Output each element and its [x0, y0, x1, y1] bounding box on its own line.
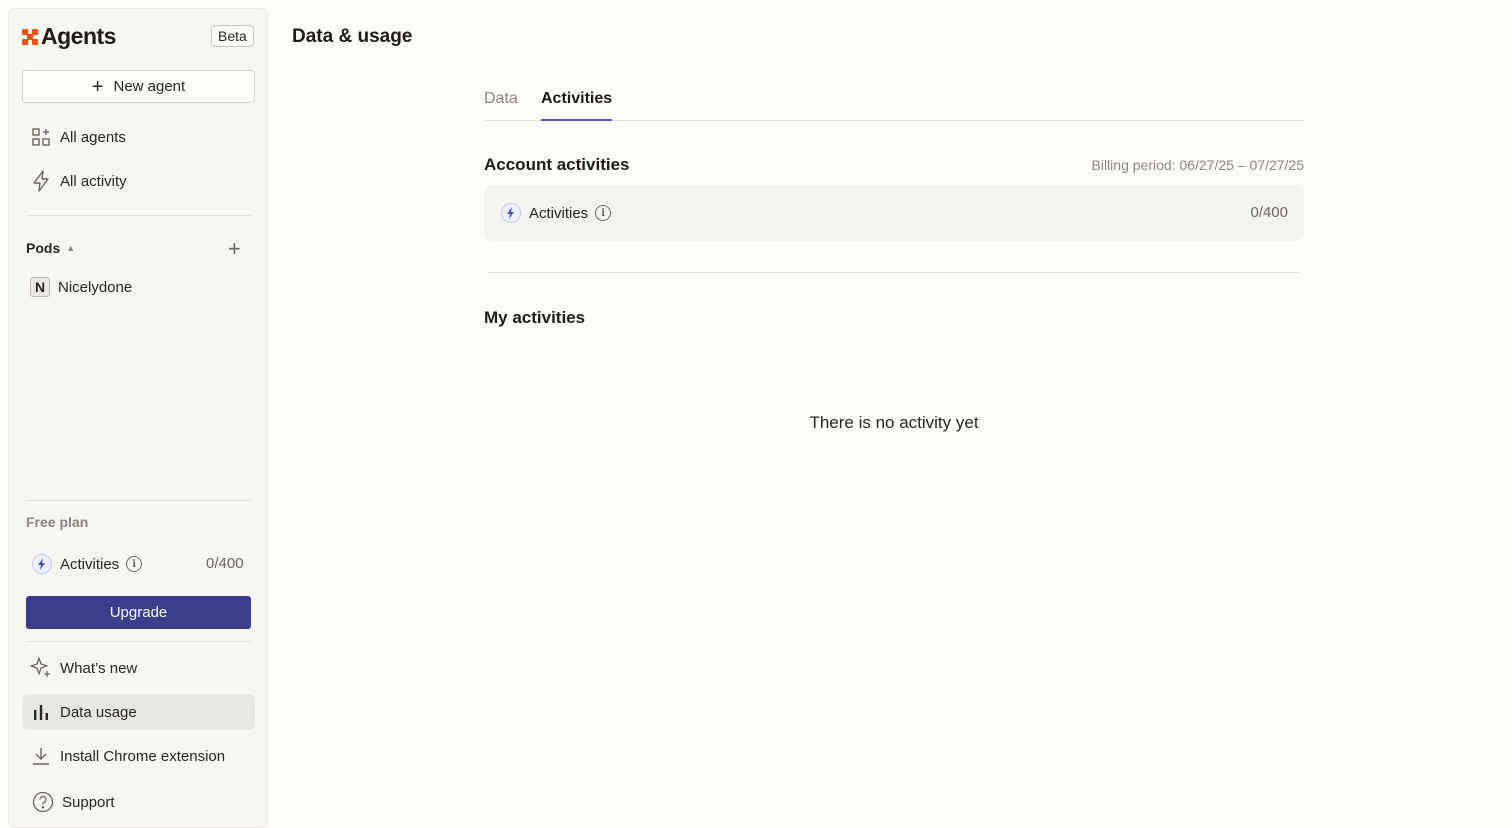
account-activities-label: Activities	[529, 204, 589, 222]
caret-up-icon: ▲	[66, 243, 76, 253]
nav-support[interactable]: Support	[22, 784, 255, 820]
tab-bar: Data Activities	[484, 90, 1304, 121]
zapier-logo-icon	[22, 28, 38, 45]
account-activities-title: Account activities	[484, 155, 630, 174]
account-activities-row: Activities i	[501, 203, 612, 223]
bar-chart-icon	[30, 701, 52, 723]
nav-install-chrome-extension-label: Install Chrome extension	[60, 747, 226, 765]
nav-all-agents[interactable]: All agents	[22, 119, 255, 155]
bolt-icon	[501, 203, 521, 223]
sidebar: Agents Beta + New agent All agents All a…	[8, 8, 268, 828]
nav-whats-new[interactable]: What’s new	[22, 650, 255, 686]
pods-toggle[interactable]: Pods ▲	[26, 240, 75, 256]
grid-icon	[30, 126, 52, 148]
nav-all-agents-label: All agents	[60, 128, 126, 146]
upgrade-button[interactable]: Upgrade	[26, 596, 251, 629]
new-agent-button[interactable]: + New agent	[22, 70, 255, 103]
divider	[488, 272, 1300, 273]
bolt-icon	[32, 554, 52, 574]
help-icon	[32, 791, 54, 813]
download-icon	[30, 745, 52, 767]
nav-whats-new-label: What’s new	[60, 659, 138, 677]
empty-state-message: There is no activity yet	[809, 413, 979, 432]
sparkle-icon	[30, 657, 52, 679]
tab-activities[interactable]: Activities	[541, 90, 613, 121]
nav-data-usage-label: Data usage	[60, 703, 137, 721]
brand-name: Agents	[41, 23, 116, 49]
divider	[26, 215, 251, 216]
nav-all-activity-label: All activity	[60, 172, 127, 190]
divider	[26, 500, 251, 501]
nav-support-label: Support	[62, 793, 115, 811]
pods-title: Pods	[26, 240, 61, 256]
plan-activities-label: Activities	[60, 555, 120, 573]
billing-period: Billing period: 06/27/25 – 07/27/25	[1091, 157, 1305, 173]
info-icon[interactable]: i	[595, 205, 612, 221]
account-activities-card: Activities i 0/400	[484, 185, 1304, 241]
beta-badge: Beta	[211, 25, 254, 47]
plus-icon: +	[91, 75, 104, 98]
page-title: Data & usage	[292, 26, 413, 47]
add-pod-icon[interactable]: +	[228, 238, 241, 260]
pod-item-nicelydone[interactable]: N Nicelydone	[30, 277, 132, 297]
plan-activities-count: 0/400	[206, 555, 244, 572]
new-agent-label: New agent	[113, 78, 186, 95]
tab-data[interactable]: Data	[484, 90, 518, 118]
account-activities-count: 0/400	[1250, 204, 1288, 221]
plan-label: Free plan	[26, 514, 89, 530]
lightning-icon	[30, 170, 52, 192]
brand[interactable]: Agents	[22, 23, 116, 50]
upgrade-label: Upgrade	[109, 604, 168, 621]
pod-label: Nicelydone	[58, 278, 133, 296]
pod-avatar: N	[30, 277, 50, 297]
my-activities-title: My activities	[484, 308, 586, 327]
nav-data-usage[interactable]: Data usage	[22, 694, 255, 730]
info-icon[interactable]: i	[126, 556, 143, 572]
nav-install-chrome-extension[interactable]: Install Chrome extension	[22, 738, 255, 774]
plan-activities: Activities i	[32, 554, 143, 574]
divider	[26, 641, 251, 642]
nav-all-activity[interactable]: All activity	[22, 163, 255, 199]
